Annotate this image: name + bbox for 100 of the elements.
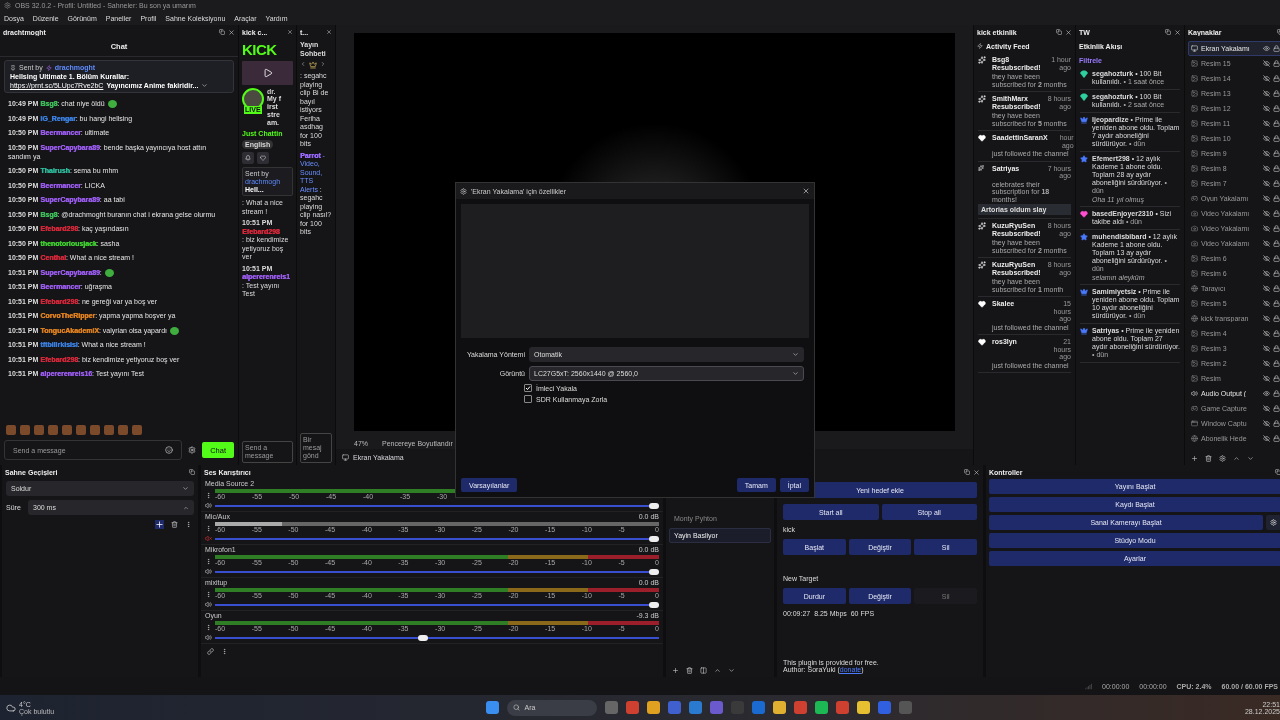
lock-icon[interactable] [1273,300,1280,307]
eye-off-icon[interactable] [1263,225,1270,232]
close-icon[interactable] [1065,28,1072,36]
chevron-left-icon[interactable] [300,61,306,67]
eye-off-icon[interactable] [1263,270,1270,277]
lock-icon[interactable] [1273,315,1280,322]
eye-off-icon[interactable] [1263,330,1270,337]
eye-off-icon[interactable] [1263,405,1270,412]
speaker-icon[interactable] [205,568,212,575]
lock-icon[interactable] [1273,90,1280,97]
bell-button[interactable] [242,152,254,164]
lock-icon[interactable] [1273,345,1280,352]
lock-icon[interactable] [1273,435,1280,442]
slider-thumb[interactable] [649,568,659,575]
float-icon[interactable] [964,469,970,475]
eye-off-icon[interactable] [1263,285,1270,292]
app-taskbar-icon[interactable] [815,701,829,714]
eye-off-icon[interactable] [1263,105,1270,112]
chevron-down-icon[interactable] [201,82,209,89]
trash-icon[interactable] [171,520,178,528]
lock-icon[interactable] [1273,120,1280,127]
lock-icon[interactable] [1273,135,1280,142]
eye-off-icon[interactable] [1263,180,1270,187]
link-icon[interactable] [207,647,214,655]
speaker-icon[interactable] [205,601,212,608]
lock-icon[interactable] [1273,390,1280,397]
close-icon[interactable] [973,468,980,476]
lock-icon[interactable] [1273,210,1280,217]
add-icon[interactable] [672,666,679,674]
trash-icon[interactable] [686,666,693,674]
start-menu-icon[interactable] [486,701,500,714]
close-icon[interactable] [228,28,235,36]
chevron-down-icon[interactable] [1247,454,1254,462]
eye-off-icon[interactable] [1263,375,1270,382]
chevron-up-icon[interactable] [714,666,721,674]
slider-thumb[interactable] [649,502,659,509]
app-taskbar-icon[interactable] [689,701,703,714]
add-icon[interactable] [1191,454,1198,462]
speaker-icon[interactable] [205,502,212,509]
checkbox[interactable] [524,384,532,392]
float-icon[interactable] [1275,469,1280,475]
lock-icon[interactable] [1273,45,1280,52]
heart-button[interactable] [257,152,269,164]
eye-off-icon[interactable] [1263,315,1270,322]
chevron-right-icon[interactable] [320,61,326,67]
volume-slider[interactable] [215,570,659,573]
lock-icon[interactable] [1273,195,1280,202]
emoji-icon[interactable] [165,446,174,454]
close-icon[interactable] [326,29,332,35]
lock-icon[interactable] [1273,105,1280,112]
chevron-down-icon[interactable] [728,666,735,674]
volume-slider[interactable] [215,504,659,507]
lock-icon[interactable] [1273,270,1280,277]
eye-off-icon[interactable] [1263,75,1270,82]
eye-off-icon[interactable] [1263,240,1270,247]
lock-icon[interactable] [1273,75,1280,82]
eye-off-icon[interactable] [1263,135,1270,142]
lock-icon[interactable] [1273,375,1280,382]
close-icon[interactable] [802,187,810,195]
lock-icon[interactable] [1273,330,1280,337]
volume-slider[interactable] [215,636,659,639]
settings-icon[interactable] [1219,454,1226,462]
app-taskbar-icon[interactable] [647,701,661,714]
add-icon[interactable] [155,519,164,529]
lock-icon[interactable] [1273,150,1280,157]
float-icon[interactable] [1165,29,1171,35]
panel-icon[interactable] [700,666,707,674]
eye-off-icon[interactable] [1263,360,1270,367]
eye-off-icon[interactable] [1263,60,1270,67]
lock-icon[interactable] [1273,165,1280,172]
settings-icon[interactable] [188,446,197,454]
eye-off-icon[interactable] [1263,345,1270,352]
slider-thumb[interactable] [649,601,659,608]
eye-off-icon[interactable] [1263,300,1270,307]
lock-icon[interactable] [1273,420,1280,427]
lock-icon[interactable] [1273,240,1280,247]
speaker-icon[interactable] [205,634,212,641]
lock-icon[interactable] [1273,180,1280,187]
virtual-camera-settings-button[interactable] [1266,515,1280,530]
eye-off-icon[interactable] [1263,420,1270,427]
chevron-up-icon[interactable] [1233,454,1240,462]
eye-off-icon[interactable] [1263,120,1270,127]
slider-thumb[interactable] [418,634,429,641]
lock-icon[interactable] [1273,255,1280,262]
eye-off-icon[interactable] [1263,195,1270,202]
eye-icon[interactable] [1263,390,1270,397]
lock-icon[interactable] [1273,405,1280,412]
eye-off-icon[interactable] [1263,165,1270,172]
app-taskbar-icon[interactable] [773,701,787,714]
float-icon[interactable] [219,29,225,35]
eye-off-icon[interactable] [1263,90,1270,97]
close-icon[interactable] [287,29,293,35]
app-taskbar-icon[interactable] [857,701,871,714]
float-icon[interactable] [189,469,195,475]
lock-icon[interactable] [1273,225,1280,232]
eye-off-icon[interactable] [1263,210,1270,217]
volume-slider[interactable] [215,603,659,606]
lock-icon[interactable] [1273,60,1280,67]
eye-icon[interactable] [1263,45,1270,52]
checkbox[interactable] [524,395,532,403]
